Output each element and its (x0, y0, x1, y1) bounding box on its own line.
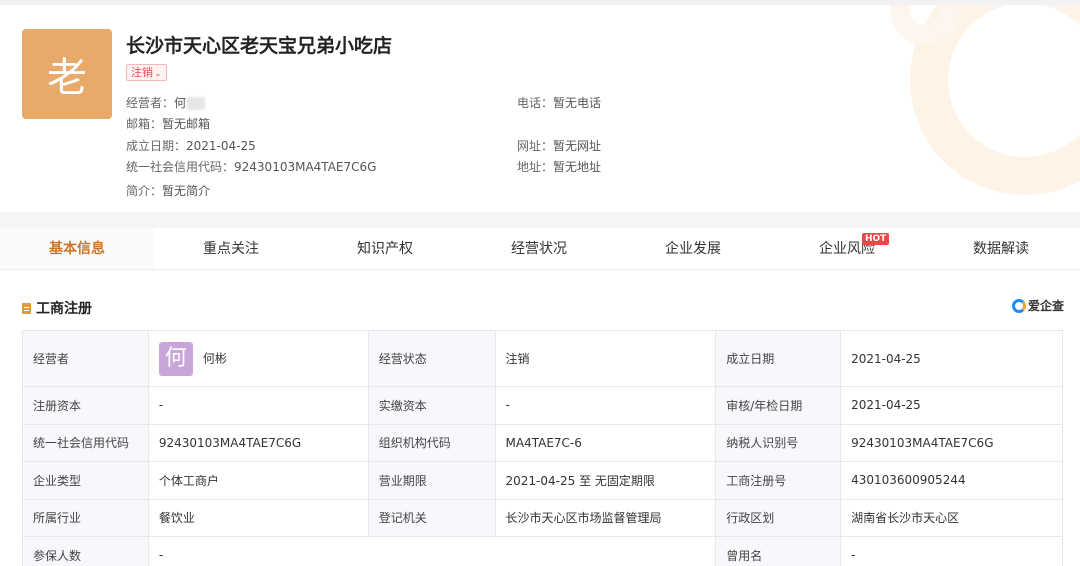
table-value: 2021-04-25 至 无固定期限 (494, 461, 717, 500)
operator-name[interactable]: 何彬 (203, 351, 227, 365)
registration-table: 经营者 何何彬 经营状态 注销 成立日期 2021-04-25 注册资本 - 实… (22, 330, 1063, 566)
table-value: MA4TAE7C-6 (494, 423, 717, 462)
blurred-text (187, 97, 206, 110)
intro-info: 简介：暂无简介 (126, 182, 210, 199)
table-key: 审核/年检日期 (715, 386, 842, 425)
tab-operation-status[interactable]: 经营状况 (462, 228, 616, 269)
table-value: - (147, 386, 369, 425)
credit-code-label: 统一社会信用代码： (126, 160, 235, 174)
address-label: 地址： (517, 160, 554, 174)
company-logo: 老 (22, 29, 112, 119)
hot-badge: HOT (862, 233, 890, 245)
phone-label: 电话： (517, 96, 554, 110)
table-key: 工商注册号 (715, 461, 842, 500)
avatar[interactable]: 何 (158, 341, 193, 376)
table-row: 注册资本 - 实缴资本 - 审核/年检日期 2021-04-25 (22, 386, 1063, 425)
tab-bar: 基本信息 重点关注 知识产权 经营状况 企业发展 企业风险 HOT 数据解读 (0, 228, 1080, 270)
website-label: 网址： (517, 139, 554, 153)
operator-label: 经营者： (126, 96, 175, 110)
table-key: 注册资本 (22, 386, 149, 425)
email-info: 邮箱：暂无邮箱 (126, 115, 210, 132)
table-value: 92430103MA4TAE7C6G (147, 423, 369, 462)
section-title-text: 工商注册 (36, 301, 92, 317)
operator-value[interactable]: 何 (174, 96, 186, 110)
company-header: 老 长沙市天心区老天宝兄弟小吃店 注销⌄ 经营者：何 邮箱：暂无邮箱 成立日期：… (0, 0, 1080, 212)
table-row: 经营者 何何彬 经营状态 注销 成立日期 2021-04-25 (22, 330, 1063, 387)
table-value: 2021-04-25 (840, 386, 1063, 425)
table-key: 纳税人识别号 (715, 423, 842, 462)
table-key: 曾用名 (715, 536, 842, 566)
status-badge[interactable]: 注销⌄ (126, 64, 167, 81)
table-value: 何何彬 (147, 330, 369, 387)
founded-info: 成立日期：2021-04-25 (126, 137, 256, 154)
tab-intellectual-property[interactable]: 知识产权 (308, 228, 462, 269)
brand-logo[interactable]: 爱企查 (1011, 297, 1064, 314)
table-key: 登记机关 (367, 498, 496, 537)
table-value: 餐饮业 (147, 498, 369, 537)
tab-key-focus[interactable]: 重点关注 (154, 228, 308, 269)
table-key: 统一社会信用代码 (22, 423, 149, 462)
table-key: 参保人数 (22, 536, 149, 566)
tab-data-interpretation[interactable]: 数据解读 (924, 228, 1078, 269)
table-value: 430103600905244 (840, 461, 1063, 500)
table-row: 参保人数 - 曾用名 - (22, 536, 1063, 566)
table-key: 行政区划 (715, 498, 842, 537)
tab-basic-info[interactable]: 基本信息 (0, 228, 154, 269)
credit-code-info: 统一社会信用代码：92430103MA4TAE7C6G (126, 158, 376, 175)
aiqicha-logo-icon (1011, 298, 1026, 313)
phone-info: 电话：暂无电话 (517, 94, 601, 111)
table-row: 统一社会信用代码 92430103MA4TAE7C6G 组织机构代码 MA4TA… (22, 423, 1063, 462)
table-value: - (840, 536, 1063, 566)
table-value: 长沙市天心区市场监督管理局 (494, 498, 717, 537)
table-row: 所属行业 餐饮业 登记机关 长沙市天心区市场监督管理局 行政区划 湖南省长沙市天… (22, 498, 1063, 537)
credit-code-value: 92430103MA4TAE7C6G (234, 160, 377, 174)
table-key: 实缴资本 (367, 386, 496, 425)
phone-value: 暂无电话 (553, 96, 602, 110)
table-key: 所属行业 (22, 498, 149, 537)
company-name: 长沙市天心区老天宝兄弟小吃店 (126, 35, 393, 57)
email-label: 邮箱： (126, 117, 163, 131)
table-row: 企业类型 个体工商户 营业期限 2021-04-25 至 无固定期限 工商注册号… (22, 461, 1063, 500)
status-badge-label: 注销 (131, 66, 153, 79)
founded-label: 成立日期： (126, 139, 187, 153)
table-value: 湖南省长沙市天心区 (840, 498, 1063, 537)
document-icon (22, 302, 31, 314)
address-info: 地址：暂无地址 (517, 158, 601, 175)
website-value: 暂无网址 (553, 139, 602, 153)
chevron-down-icon: ⌄ (154, 69, 162, 79)
table-value: 注销 (494, 330, 717, 387)
business-registration-section: 工商注册 爱企查 经营者 何何彬 经营状态 注销 成立日期 2021-04-25… (0, 270, 1080, 566)
brand-name: 爱企查 (1027, 299, 1064, 313)
table-value: 个体工商户 (147, 461, 369, 500)
founded-value: 2021-04-25 (186, 139, 256, 153)
table-value: - (494, 386, 717, 425)
table-key: 营业期限 (367, 461, 496, 500)
table-key: 企业类型 (22, 461, 149, 500)
operator-info: 经营者：何 (126, 94, 206, 111)
table-value: - (147, 536, 717, 566)
tab-enterprise-development[interactable]: 企业发展 (616, 228, 770, 269)
table-key: 组织机构代码 (367, 423, 496, 462)
table-key: 经营者 (22, 330, 149, 387)
table-value: 2021-04-25 (840, 330, 1063, 387)
table-key: 成立日期 (715, 330, 842, 387)
address-value: 暂无地址 (553, 160, 602, 174)
intro-label: 简介： (126, 184, 163, 198)
table-value: 92430103MA4TAE7C6G (840, 423, 1063, 462)
website-info: 网址：暂无网址 (517, 137, 601, 154)
intro-value: 暂无简介 (162, 184, 211, 198)
email-value: 暂无邮箱 (162, 117, 211, 131)
section-title: 工商注册 (22, 298, 92, 318)
table-key: 经营状态 (367, 330, 496, 387)
tab-enterprise-risk[interactable]: 企业风险 HOT (770, 228, 924, 269)
